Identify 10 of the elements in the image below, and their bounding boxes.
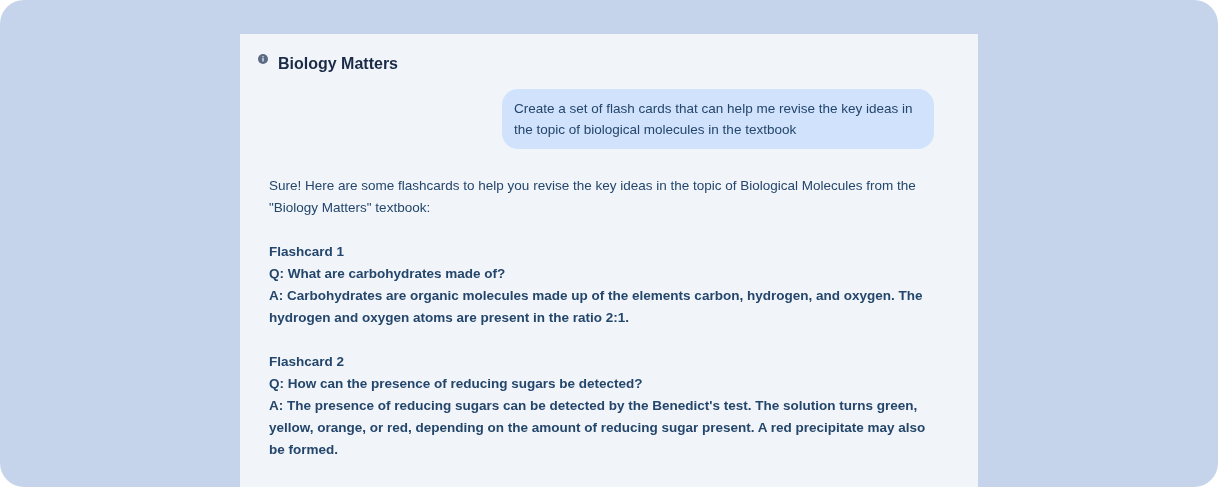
chat-title: Biology Matters: [278, 54, 398, 74]
info-icon: [258, 54, 268, 64]
flashcard-question: Q: What are carbohydrates made of?: [269, 265, 507, 283]
user-message-bubble: Create a set of flash cards that can help me revise the key ideas in the topic of biological molecules in the textbook: [502, 89, 934, 149]
reply-intro: Sure! Here are some flashcards to help you revise the key ideas in the topic of Biological Molecules from the "Biology Matters" textbook:: [269, 177, 917, 217]
flashcard-question: Q: How can the presence of reducing sugars be detected?: [269, 375, 644, 393]
flashcard-title: Flashcard 2: [269, 353, 346, 371]
flashcard-answer: A: Carbohydrates are organic molecules made up of the elements carbon, hydrogen, and oxygen. The hydrogen and oxygen atoms are present in the ratio 2:1.: [269, 287, 924, 327]
flashcard-answer: A: The presence of reducing sugars can be detected by the Benedict's test. The solution turns green, yellow, orange, or red, depending on the amount of reducing sugar present. A red precipitate may also be formed.: [269, 397, 927, 459]
flashcard-title: Flashcard 1: [269, 243, 346, 261]
